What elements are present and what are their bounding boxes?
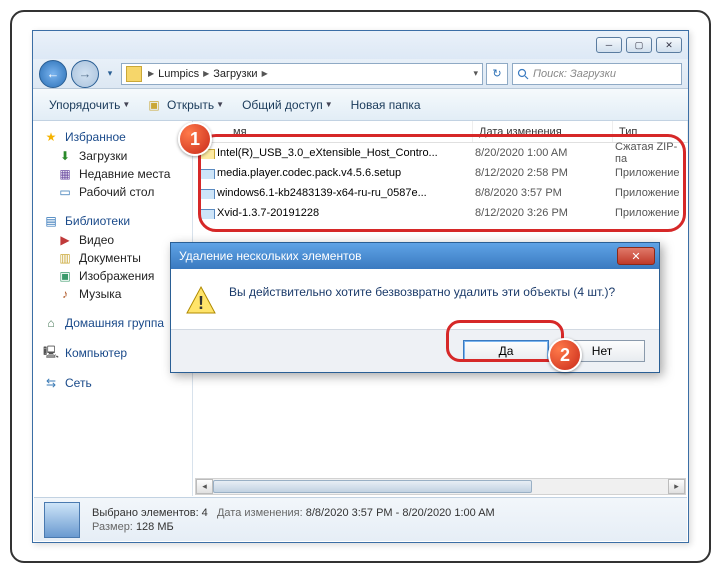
status-bar: Выбрано элементов: 4 Дата изменения: 8/8… [34,497,687,541]
dialog-close-button[interactable]: ✕ [617,247,655,265]
scroll-right-button[interactable]: ▸ [668,479,685,494]
network-icon: ⇆ [43,375,59,391]
recent-icon: ▦ [57,166,73,182]
folder-icon [126,66,142,82]
forward-button[interactable]: → [71,60,99,88]
search-icon [517,68,529,80]
nav-bar: ← → ▾ ▶ Lumpics ▶ Загрузки ▶ ▾ ↻ Поиск: … [33,59,688,89]
status-size-value: 128 МБ [136,521,174,533]
maximize-button[interactable]: ▢ [626,37,652,53]
status-date-value: 8/8/2020 3:57 PM - 8/20/2020 1:00 AM [306,507,495,519]
titlebar: ─ ▢ ✕ [33,31,688,59]
sidebar-item-recent[interactable]: ▦Недавние места [43,165,184,183]
refresh-button[interactable]: ↻ [486,63,508,85]
selection-thumbnail-icon [44,502,80,538]
computer-icon: 🖳 [43,345,59,361]
svg-text:!: ! [198,293,204,313]
pictures-icon: ▣ [57,268,73,284]
library-icon: ▤ [43,213,59,229]
annotation-highlight-1 [198,134,686,232]
toolbar-new-folder[interactable]: Новая папка [343,94,429,116]
toolbar: Упорядочить▼ ▣ Открыть▼ Общий доступ▼ Но… [33,89,688,121]
sidebar-item-downloads[interactable]: ⬇Загрузки [43,147,184,165]
search-placeholder: Поиск: Загрузки [533,68,616,80]
warning-icon: ! [185,285,217,317]
dialog-message: Вы действительно хотите безвозвратно уда… [229,285,615,317]
address-dropdown-icon[interactable]: ▾ [473,68,478,79]
breadcrumb-level-0[interactable]: Lumpics [156,68,201,80]
video-icon: ▶ [57,232,73,248]
toolbar-share[interactable]: Общий доступ▼ [234,94,341,116]
dialog-titlebar: Удаление нескольких элементов ✕ [171,243,659,269]
toolbar-organize[interactable]: Упорядочить▼ [41,94,138,116]
sidebar-item-desktop[interactable]: ▭Рабочий стол [43,183,184,201]
minimize-button[interactable]: ─ [596,37,622,53]
desktop-icon: ▭ [57,184,73,200]
annotation-badge-2: 2 [548,338,582,372]
sidebar-computer[interactable]: 🖳Компьютер [43,345,184,361]
homegroup-icon: ⌂ [43,315,59,331]
annotation-highlight-2 [446,320,564,362]
sidebar-network[interactable]: ⇆Сеть [43,375,184,391]
status-selected: Выбрано элементов: 4 [92,507,208,519]
sidebar-item-music[interactable]: ♪Музыка [43,285,184,303]
close-button[interactable]: ✕ [656,37,682,53]
dialog-title-text: Удаление нескольких элементов [179,249,362,263]
dialog-button-row: Да Нет [171,329,659,372]
breadcrumb-separator: ▶ [146,69,156,78]
annotation-badge-1: 1 [178,122,212,156]
sidebar-libraries-header[interactable]: ▤Библиотеки [43,213,184,229]
delete-confirm-dialog: Удаление нескольких элементов ✕ ! Вы дей… [170,242,660,373]
scroll-thumb[interactable] [213,480,532,493]
sidebar-item-videos[interactable]: ▶Видео [43,231,184,249]
sidebar-homegroup[interactable]: ⌂Домашняя группа [43,315,184,331]
breadcrumb-level-1[interactable]: Загрузки [211,68,259,80]
search-input[interactable]: Поиск: Загрузки [512,63,682,85]
status-size-label: Размер: [92,521,133,533]
back-button[interactable]: ← [39,60,67,88]
toolbar-open[interactable]: ▣ Открыть▼ [140,94,232,116]
music-icon: ♪ [57,286,73,302]
sidebar-item-documents[interactable]: ▥Документы [43,249,184,267]
breadcrumb-separator: ▶ [260,69,270,78]
document-icon: ▥ [57,250,73,266]
horizontal-scrollbar[interactable]: ◂ ▸ [195,478,686,495]
address-bar[interactable]: ▶ Lumpics ▶ Загрузки ▶ ▾ [121,63,483,85]
sidebar: ★Избранное ⬇Загрузки ▦Недавние места ▭Ра… [33,121,193,496]
sidebar-item-pictures[interactable]: ▣Изображения [43,267,184,285]
sidebar-favorites-header[interactable]: ★Избранное [43,129,184,145]
scroll-track[interactable] [213,479,668,494]
status-date-label: Дата изменения: [217,507,303,519]
download-icon: ⬇ [57,148,73,164]
nav-history-dropdown[interactable]: ▾ [103,64,117,84]
scroll-left-button[interactable]: ◂ [196,479,213,494]
star-icon: ★ [43,129,59,145]
breadcrumb-separator: ▶ [201,69,211,78]
